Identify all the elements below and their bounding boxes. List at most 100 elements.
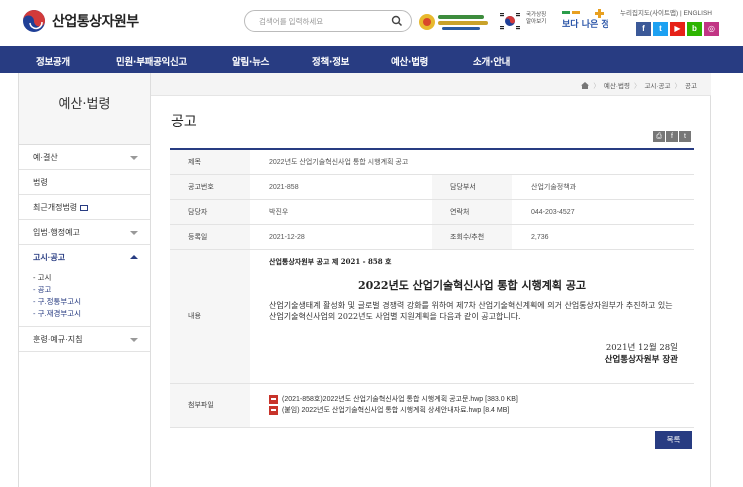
nav-news[interactable]: 알림·뉴스 [232,54,269,68]
subitem-label: 공고 [37,285,52,294]
sidebar-item-directives[interactable]: 훈령·예규·지침 [19,327,150,352]
chevron-down-icon [130,156,138,160]
table-row: 제목 2022년도 산업기술혁신사업 통합 시행계획 공고 [170,150,694,175]
hwp-file-icon [269,395,278,404]
better-government-banner[interactable]: 보다 나은 정부 [560,7,608,35]
sidebar-title: 예산·법령 [58,97,111,112]
attachment-name[interactable]: (붙임) 2022년도 산업기술혁신사업 통합 시행계획 상세안내자료.hwp … [282,405,509,416]
twitter-share-icon[interactable]: t [679,131,691,142]
sidebar-item-label: 법령 [33,178,48,187]
subject-label: 제목 [170,150,250,174]
youtube-icon[interactable]: ▶ [670,22,685,36]
campaign-banner-image[interactable] [418,9,490,35]
attachment-name[interactable]: (2021-858호)2022년도 산업기술혁신사업 통합 시행계획 공고문.h… [282,394,518,405]
dept-label: 담당부서 [432,175,512,199]
breadcrumb-item[interactable]: 예산·법령 [604,80,630,90]
document-signature: 산업통상자원부 장관 [604,355,678,365]
sidebar-item-label: 고시·공고 [33,253,66,262]
document-title: 2022년도 산업기술혁신사업 통합 시행계획 공고 [357,279,587,292]
twitter-icon[interactable]: t [653,22,668,36]
person-value: 박진우 [269,209,289,216]
nav-budget-law[interactable]: 예산·법령 [391,54,428,68]
home-icon[interactable] [581,81,590,89]
table-row: 등록일 2021-12-28 조회수/추천 2,736 [170,225,694,250]
content-label: 내용 [170,250,250,383]
search-box[interactable]: 검색어를 입력하세요 [244,10,412,32]
share-tools: ⎙ f t [653,131,691,142]
search-placeholder[interactable]: 검색어를 입력하세요 [259,16,323,27]
site-logo[interactable]: 산업통상자원부 [22,9,139,33]
breadcrumb-separator-icon: 〉 [633,83,641,90]
taegeuk-emblem-icon [23,10,45,32]
sidebar-item-legislative-notice[interactable]: 입법·행정예고 [19,220,150,245]
sidebar-item-notices[interactable]: 고시·공고 [19,245,150,270]
notice-no-label: 공고번호 [170,175,250,199]
date-label: 등록일 [170,225,250,249]
instagram-icon[interactable]: ◎ [704,22,719,36]
notice-body: 산업통상자원부 공고 제 2021 - 858 호 2022년도 산업기술혁신사… [250,250,694,383]
banner2-text: 보다 나은 정부 [562,18,608,30]
document-date: 2021년 12월 28일 [605,343,678,353]
subitem-announcement[interactable]: - 공고 [33,284,150,296]
breadcrumb-bar: 〉 예산·법령 〉 고시·공고 〉 공고 [151,73,711,96]
attachment-list: (2021-858호)2022년도 산업기술혁신사업 통합 시행계획 공고문.h… [250,384,518,427]
sidebar-header: 예산·법령 [19,73,150,145]
date-value: 2021-12-28 [269,234,305,241]
breadcrumb-separator-icon: 〉 [593,83,600,90]
files-label: 첨부파일 [170,384,250,427]
table-row: 내용 산업통상자원부 공고 제 2021 - 858 호 2022년도 산업기술… [170,250,694,384]
logo-text: 산업통상자원부 [52,14,139,30]
sidebar-item-label: 훈령·예규·지침 [33,335,83,344]
breadcrumb-item: 공고 [685,83,697,90]
table-row: 첨부파일 (2021-858호)2022년도 산업기술혁신사업 통합 시행계획 … [170,384,694,428]
sidebar-item-label: 입법·행정예고 [33,228,80,237]
national-symbol-link[interactable]: 국가상징 알아보기 [526,12,552,26]
chevron-down-icon [130,338,138,342]
site-header: 산업통상자원부 검색어를 입력하세요 국가상징 알아보기 보다 나은 정부 누리… [0,0,743,46]
notice-detail-table: 제목 2022년도 산업기술혁신사업 통합 시행계획 공고 공고번호 2021-… [170,148,694,428]
sidebar-item-laws[interactable]: 법령 [19,170,150,195]
search-icon[interactable] [391,15,403,27]
breadcrumb: 〉 예산·법령 〉 고시·공고 〉 공고 [581,80,697,90]
subject-value: 2022년도 산업기술혁신사업 통합 시행계획 공고 [269,159,409,166]
external-link-icon [80,204,89,211]
breadcrumb-item[interactable]: 고시·공고 [644,80,670,90]
facebook-share-icon[interactable]: f [666,131,678,142]
hwp-file-icon [269,406,278,415]
attachment-link[interactable]: (2021-858호)2022년도 산업기술혁신사업 통합 시행계획 공고문.h… [269,394,518,405]
social-links: f t ▶ b ◎ [636,22,719,36]
subitem-old-mofe-notice[interactable]: - 구.재경부고시 [33,308,150,320]
main-nav: 정보공개 민원·부패공익신고 알림·뉴스 정책·정보 예산·법령 소개·안내 [0,46,743,73]
sidebar-item-recent-laws[interactable]: 최근개정법령 [19,195,150,220]
utility-links[interactable]: 누리집지도(사이트맵) | ENGLISH [620,7,712,17]
chevron-down-icon [130,231,138,235]
subitem-label: 구.정통부고시 [37,297,82,306]
sidebar-item-label: 최근개정법령 [33,203,78,212]
nav-about[interactable]: 소개·안내 [473,54,510,68]
table-row: 공고번호 2021-858 담당부서 산업기술정책과 [170,175,694,200]
sidebar-item-settlement[interactable]: 예·결산 [19,145,150,170]
attachment-link[interactable]: (붙임) 2022년도 산업기술혁신사업 통합 시행계획 상세안내자료.hwp … [269,405,518,416]
print-icon[interactable]: ⎙ [653,131,665,142]
list-button[interactable]: 목록 [655,431,692,449]
subitem-label: 구.재경부고시 [37,309,82,318]
subitem-notification[interactable]: - 고시 [33,272,150,284]
blog-icon[interactable]: b [687,22,702,36]
dept-value: 산업기술정책과 [531,184,577,191]
notice-no-value: 2021-858 [269,184,299,191]
document-number: 산업통상자원부 공고 제 2021 - 858 호 [269,257,392,266]
nav-civil-complaint[interactable]: 민원·부패공익신고 [116,54,187,68]
nav-policy[interactable]: 정책·정보 [312,54,349,68]
subitem-label: 고시 [37,273,52,282]
contact-value: 044-203-4527 [531,209,575,216]
nav-info-disclosure[interactable]: 정보공개 [36,54,70,68]
document-text: 산업기술생태계 활성화 및 글로벌 경쟁력 강화를 위하여 제7차 산업기술혁신… [269,301,673,321]
sidebar: 예산·법령 예·결산 법령 최근개정법령 입법·행정예고 고시·공고 - 고시 … [18,73,151,487]
table-row: 담당자 박진우 연락처 044-203-4527 [170,200,694,225]
national-flag-icon[interactable] [499,11,521,31]
main-content: 〉 예산·법령 〉 고시·공고 〉 공고 공고 ⎙ f t 제목 2022년도 … [151,73,711,487]
facebook-icon[interactable]: f [636,22,651,36]
views-value: 2,736 [531,234,549,241]
views-label: 조회수/추천 [432,225,512,249]
subitem-old-mic-notice[interactable]: - 구.정통부고시 [33,296,150,308]
